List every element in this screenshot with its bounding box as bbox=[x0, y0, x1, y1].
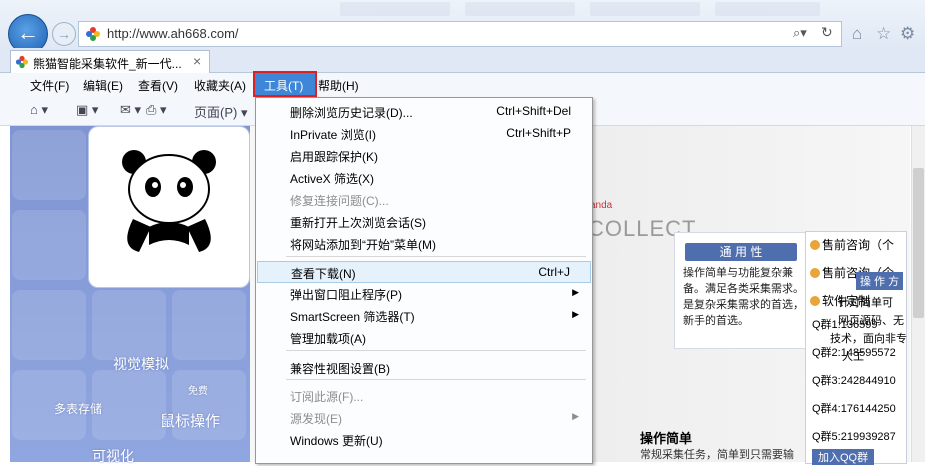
menu-help[interactable]: 帮助(H) bbox=[318, 77, 359, 94]
overlay-text-4: 人工 bbox=[842, 351, 864, 363]
background-tabs bbox=[340, 0, 820, 18]
tools-menu-item-shortcut: Ctrl+Shift+P bbox=[506, 126, 571, 140]
mail-icon[interactable]: ✉ ▾ bbox=[120, 102, 141, 118]
refresh-icon[interactable]: ↻ bbox=[821, 24, 833, 41]
panda-mascot-icon bbox=[122, 150, 216, 252]
menu-tools-label: 工具(T) bbox=[264, 79, 304, 93]
tools-menu-item-label: InPrivate 浏览(I) bbox=[290, 128, 377, 142]
browser-chrome: ← → http://www.ah668.com/ ⌕▾ ↻ ⌂ ☆ ⚙ bbox=[0, 0, 925, 54]
overlay-op-label: 操 作 方 bbox=[856, 272, 904, 290]
tools-menu-item-label: ActiveX 筛选(X) bbox=[290, 172, 375, 186]
overlay-text-2: 网页源码、无 bbox=[838, 315, 904, 327]
feature-box: 通 用 性 操作简单与功能复杂兼备。满足各类采集需求。是复杂采集需求的首选，新手… bbox=[674, 232, 810, 349]
qq-group-5[interactable]: Q群5:219939287 bbox=[812, 428, 896, 444]
tools-menu-item[interactable]: ActiveX 筛选(X) bbox=[257, 167, 591, 189]
tools-menu-item-label: 重新打开上次浏览会话(S) bbox=[290, 216, 426, 230]
home-icon[interactable]: ⌂ ▾ bbox=[30, 102, 48, 118]
menu-favorites[interactable]: 收藏夹(A) bbox=[194, 77, 246, 94]
banner-text-mouse: 鼠标操作 bbox=[160, 413, 221, 430]
tools-menu-item[interactable]: 弹出窗口阻止程序(P) ▶ bbox=[257, 283, 591, 305]
page-menu-button[interactable]: 页面(P) ▾ bbox=[194, 102, 247, 121]
forward-button[interactable]: → bbox=[52, 22, 76, 46]
scrollbar-thumb[interactable] bbox=[913, 168, 924, 318]
panda-logo-card bbox=[88, 126, 250, 288]
tools-menu-item-shortcut: Ctrl+Shift+Del bbox=[496, 104, 571, 118]
tools-menu-item: 订阅此源(F)... bbox=[257, 385, 591, 407]
banner-text-storage: 多表存储 bbox=[54, 402, 103, 416]
tools-menu-item[interactable]: 将网站添加到“开始”菜单(M) bbox=[257, 233, 591, 255]
menu-edit[interactable]: 编辑(E) bbox=[83, 77, 123, 94]
tools-menu-item-label: SmartScreen 筛选器(T) bbox=[290, 310, 415, 324]
page-scrollbar[interactable] bbox=[911, 126, 925, 462]
tools-menu-item-shortcut: Ctrl+J bbox=[538, 265, 570, 279]
tab-active[interactable]: 熊猫智能采集软件_新一代... × bbox=[10, 50, 210, 73]
rss-feed-icon[interactable]: ▣ ▾ bbox=[76, 102, 98, 118]
tools-menu-item-label: 兼容性视图设置(B) bbox=[290, 362, 390, 376]
tools-menu-item[interactable]: Windows 更新(U) bbox=[257, 429, 591, 451]
op-body: 常规采集任务，简单到只需要输 bbox=[640, 449, 794, 461]
gear-icon[interactable]: ⚙ bbox=[900, 24, 915, 44]
tools-menu-item-label: 管理加载项(A) bbox=[290, 332, 366, 346]
home-icon[interactable]: ⌂ bbox=[852, 24, 862, 44]
menu-file[interactable]: 文件(F) bbox=[30, 77, 69, 94]
submenu-arrow-icon: ▶ bbox=[572, 287, 579, 297]
tools-menu-item[interactable]: 管理加载项(A) bbox=[257, 327, 591, 349]
banner-text-free: 免费 bbox=[188, 386, 208, 397]
feature-title: 通 用 性 bbox=[685, 243, 797, 261]
qq-group-4[interactable]: Q群4:176144250 bbox=[812, 400, 896, 416]
tools-menu-item-label: Windows 更新(U) bbox=[290, 434, 383, 448]
tools-menu-item[interactable]: 查看下载(N) Ctrl+J bbox=[257, 261, 591, 283]
search-dropdown-icon[interactable]: ⌕▾ bbox=[793, 25, 807, 41]
tools-menu-item[interactable]: InPrivate 浏览(I) Ctrl+Shift+P bbox=[257, 123, 591, 145]
menu-bar: 文件(F) 编辑(E) 查看(V) 收藏夹(A) 帮助(H) bbox=[0, 73, 925, 97]
tab-title: 熊猫智能采集软件_新一代... bbox=[33, 57, 182, 71]
menu-separator bbox=[286, 379, 586, 380]
qq-group-3[interactable]: Q群3:242844910 bbox=[812, 372, 896, 388]
tools-menu-item-label: 查看下载(N) bbox=[291, 267, 356, 281]
feature-body: 操作简单与功能复杂兼备。满足各类采集需求。是复杂采集需求的首选，新手的首选。 bbox=[683, 267, 804, 327]
tools-dropdown-menu: 删除浏览历史记录(D)... Ctrl+Shift+Del InPrivate 浏览… bbox=[255, 97, 593, 464]
tools-menu-item-label: 删除浏览历史记录(D)... bbox=[290, 106, 413, 120]
tools-menu-item[interactable]: SmartScreen 筛选器(T) ▶ bbox=[257, 305, 591, 327]
tools-menu-item: 修复连接问题(C)... bbox=[257, 189, 591, 211]
tab-close-button[interactable]: × bbox=[193, 53, 201, 69]
tab-strip: 熊猫智能采集软件_新一代... × bbox=[0, 48, 925, 73]
tools-menu-item-label: 源发现(E) bbox=[290, 412, 342, 426]
join-qq-group-button[interactable]: 加入QQ群 bbox=[812, 449, 875, 465]
tools-menu-item-label: 将网站添加到“开始”菜单(M) bbox=[290, 238, 436, 252]
left-banner: 视觉模拟 鼠标操作 多表存储 可视化 免费 bbox=[10, 126, 250, 464]
submenu-arrow-icon: ▶ bbox=[572, 411, 579, 421]
tools-menu-item-label: 弹出窗口阻止程序(P) bbox=[290, 288, 402, 302]
qq-presales-personal[interactable]: 售前咨询（个 bbox=[810, 236, 894, 253]
favorites-star-icon[interactable]: ☆ bbox=[876, 24, 891, 44]
overlay-text-1: 针对简单可 bbox=[838, 297, 893, 309]
site-favicon-icon bbox=[86, 27, 100, 41]
tools-menu-item[interactable]: 重新打开上次浏览会话(S) bbox=[257, 211, 591, 233]
print-icon[interactable]: ⎙ ▾ bbox=[146, 102, 167, 118]
op-title: 操作简单 bbox=[640, 431, 693, 446]
tools-menu-item: 源发现(E) ▶ bbox=[257, 407, 591, 429]
tools-menu-item[interactable]: 删除浏览历史记录(D)... Ctrl+Shift+Del bbox=[257, 101, 591, 123]
tools-menu-item[interactable]: 启用跟踪保护(K) bbox=[257, 145, 591, 167]
banner-text-visualization: 可视化 bbox=[92, 448, 134, 464]
tools-menu-item-label: 启用跟踪保护(K) bbox=[290, 150, 378, 164]
tools-menu-item[interactable]: 兼容性视图设置(B) bbox=[257, 357, 591, 379]
menu-tools[interactable]: 工具(T) bbox=[253, 71, 317, 97]
menu-separator bbox=[286, 350, 586, 351]
site-favicon-icon bbox=[15, 55, 29, 69]
menu-view[interactable]: 查看(V) bbox=[138, 77, 178, 94]
overlay-text-3: 技术，面向非专 bbox=[830, 333, 907, 345]
page-menu-label: 页面(P) bbox=[194, 105, 238, 120]
brand-small-text: anda bbox=[590, 200, 613, 211]
address-bar[interactable]: http://www.ah668.com/ ⌕▾ ↻ bbox=[78, 21, 842, 47]
submenu-arrow-icon: ▶ bbox=[572, 309, 579, 319]
tools-menu-item-label: 修复连接问题(C)... bbox=[290, 194, 389, 208]
tools-menu-item-label: 订阅此源(F)... bbox=[290, 390, 364, 404]
url-text: http://www.ah668.com/ bbox=[107, 26, 239, 41]
menu-separator bbox=[286, 256, 586, 257]
banner-text-visual: 视觉模拟 bbox=[113, 356, 169, 372]
